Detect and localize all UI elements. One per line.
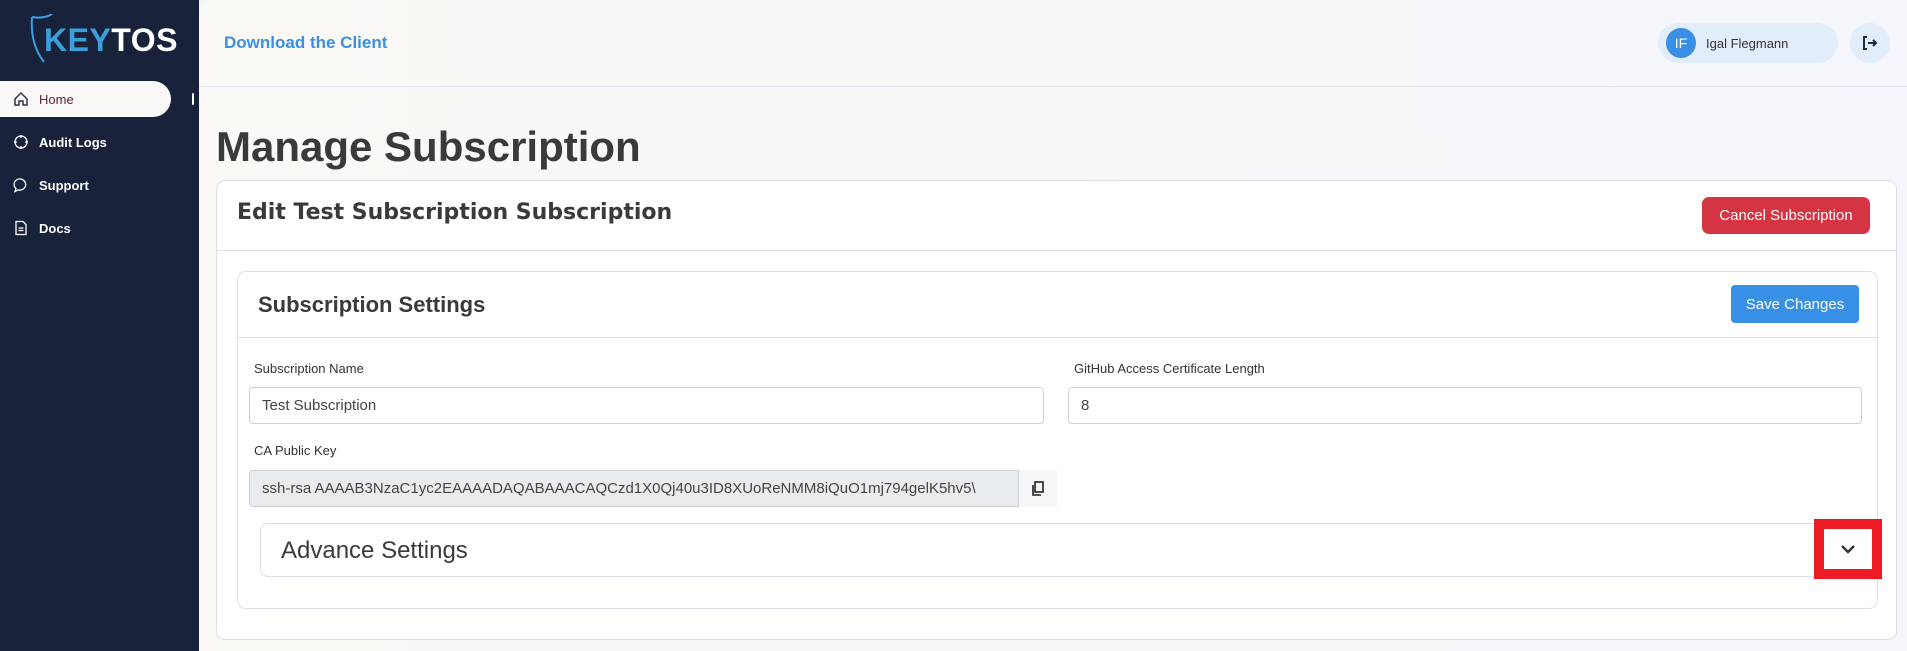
keytos-logo[interactable]: KEYTOS <box>30 14 178 64</box>
chevron-down-icon <box>1841 545 1855 554</box>
subscription-name-label: Subscription Name <box>254 361 364 376</box>
settings-header: Subscription Settings Save Changes <box>238 272 1877 338</box>
logout-icon <box>1863 36 1878 50</box>
advanced-settings-title: Advance Settings <box>281 537 468 564</box>
advanced-settings-panel[interactable]: Advance Settings <box>260 519 1882 579</box>
cert-length-label: GitHub Access Certificate Length <box>1074 361 1265 376</box>
ca-public-key-label: CA Public Key <box>254 443 337 458</box>
copy-button[interactable] <box>1019 470 1057 507</box>
settings-title: Subscription Settings <box>258 292 486 317</box>
card-title: Edit Test Subscription Subscription <box>237 200 673 225</box>
avatar: IF <box>1666 28 1696 58</box>
sidebar-collapse-handle[interactable] <box>192 93 194 105</box>
sidebar-item-docs[interactable]: Docs <box>0 210 171 246</box>
copy-icon <box>1032 480 1044 496</box>
logo-key: KEY <box>44 22 112 58</box>
subscription-name-input[interactable]: Test Subscription <box>249 387 1044 424</box>
document-icon <box>15 220 27 236</box>
crosshair-icon <box>14 135 28 149</box>
cancel-subscription-button[interactable]: Cancel Subscription <box>1702 197 1870 234</box>
subscription-settings-card: Subscription Settings Save Changes Subsc… <box>237 271 1882 609</box>
sidebar-item-audit-logs[interactable]: Audit Logs <box>0 124 171 160</box>
logo-tos: TOS <box>111 22 178 58</box>
sidebar-item-label: Docs <box>39 220 71 236</box>
main-content: Download the Client IF Igal Flegmann Man… <box>199 0 1907 651</box>
cert-length-input[interactable]: 8 <box>1068 387 1862 424</box>
page-title: Manage Subscription <box>216 123 641 170</box>
edit-subscription-card: Edit Test Subscription Subscription Canc… <box>216 180 1897 640</box>
expand-advanced-button[interactable] <box>1814 519 1882 579</box>
sidebar-item-label: Audit Logs <box>39 134 107 150</box>
chat-bubble-icon <box>13 178 27 193</box>
download-client-link[interactable]: Download the Client <box>224 33 387 53</box>
logout-button[interactable] <box>1850 23 1890 63</box>
save-changes-button[interactable]: Save Changes <box>1731 285 1859 323</box>
sidebar-item-label: Support <box>39 177 89 193</box>
sidebar-item-home[interactable]: Home <box>0 81 171 117</box>
ca-public-key-input[interactable]: ssh-rsa AAAAB3NzaC1yc2EAAAADAQABAAACAQCz… <box>249 470 1019 507</box>
home-icon <box>14 91 28 106</box>
top-bar: Download the Client IF Igal Flegmann <box>199 0 1907 87</box>
user-name: Igal Flegmann <box>1706 35 1789 51</box>
user-menu[interactable]: IF Igal Flegmann <box>1658 23 1838 63</box>
sidebar-item-label: Home <box>39 91 74 107</box>
sidebar-item-support[interactable]: Support <box>0 167 171 203</box>
card-header: Edit Test Subscription Subscription Canc… <box>217 181 1896 251</box>
sidebar: KEYTOS Home Audit Logs Support Docs <box>0 0 199 651</box>
